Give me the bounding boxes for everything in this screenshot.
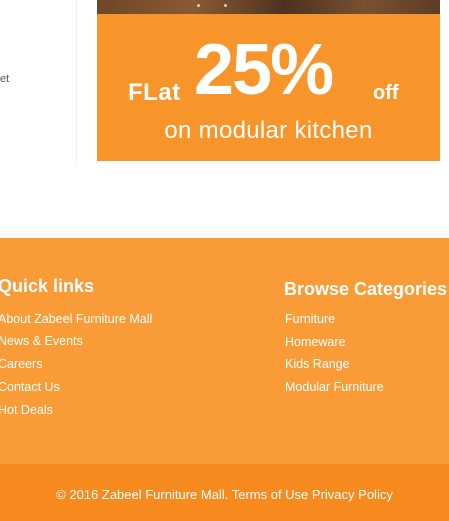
copyright-line: © 2016 Zabeel Furniture Mall. Terms of U… (0, 487, 449, 503)
kitchen-photo-strip (97, 0, 440, 14)
category-link-furniture[interactable]: Furniture (285, 311, 335, 327)
footer-link-careers[interactable]: Careers (0, 356, 42, 372)
quick-links-title: Quick links (0, 276, 95, 296)
cabinet-hole (197, 4, 200, 7)
copyright-text: © 2016 Zabeel Furniture Mall. (56, 487, 229, 502)
footer-link-contact-us[interactable]: Contact Us (0, 379, 60, 395)
column-divider (76, 0, 77, 165)
banner-off-text: off (373, 82, 399, 104)
banner-subtitle: on modular kitchen (164, 117, 373, 144)
site-footer: Quick links About Zabeel Furniture Mall … (0, 238, 449, 464)
category-link-homeware[interactable]: Homeware (285, 334, 345, 350)
privacy-policy-link[interactable]: Privacy Policy (312, 487, 393, 502)
browse-categories-title: Browse Categories (284, 279, 448, 299)
banner-flat-text: FLat (128, 79, 181, 106)
copyright-bar: © 2016 Zabeel Furniture Mall. Terms of U… (0, 464, 449, 521)
promo-banner[interactable]: FLat 25% off on modular kitchen (97, 0, 440, 161)
category-link-kids-range[interactable]: Kids Range (285, 356, 350, 372)
footer-link-news-events[interactable]: News & Events (0, 333, 83, 349)
banner-percent-text: 25% (194, 30, 334, 110)
content-area: et FLat 25% off on modular kitchen (0, 0, 449, 238)
truncated-text: et (0, 73, 10, 85)
terms-of-use-link[interactable]: Terms of Use (232, 487, 309, 502)
footer-link-hot-deals[interactable]: Hot Deals (0, 402, 53, 418)
cabinet-hole (224, 4, 227, 7)
footer-link-about[interactable]: About Zabeel Furniture Mall (0, 311, 152, 327)
category-link-modular-furniture[interactable]: Modular Furniture (285, 379, 384, 395)
